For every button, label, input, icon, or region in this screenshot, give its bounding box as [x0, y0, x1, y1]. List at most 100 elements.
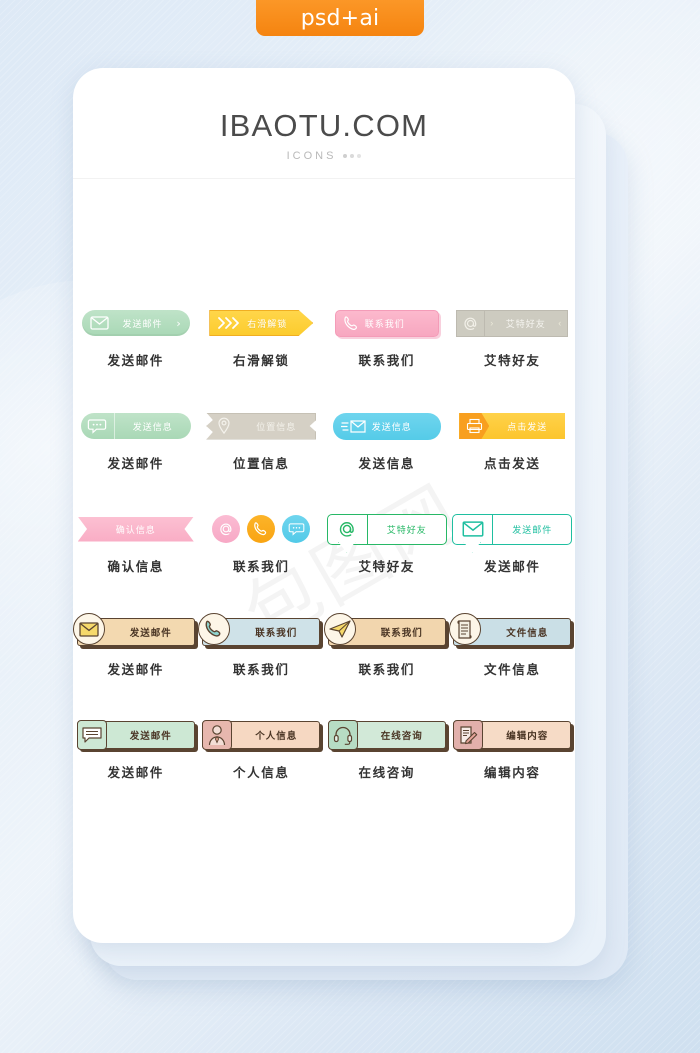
- icon-cell-swipe-unlock: 右滑解锁 右滑解锁: [199, 300, 325, 403]
- at-sign-icon[interactable]: [212, 515, 241, 543]
- envelope-filled-icon: [72, 613, 105, 645]
- icon-art: 发送信息: [80, 403, 191, 449]
- icon-caption: 在线咨询: [358, 765, 415, 780]
- dots-icon: [343, 154, 362, 158]
- icon-caption: 右滑解锁: [233, 353, 290, 368]
- icon-caption: 联系我们: [233, 662, 290, 677]
- chat-lines-icon: [76, 720, 107, 750]
- envelope-icon: [453, 514, 494, 544]
- button-send-message-split[interactable]: 发送信息: [80, 413, 191, 439]
- phone-handset-icon: [198, 613, 231, 645]
- icon-grid: 发送邮件 › 发送邮件 右滑解锁 右滑解锁 联系我们 联系我们 › 艾特好友 ‹…: [72, 300, 576, 815]
- icon-art: › 艾特好友 ‹: [456, 300, 569, 346]
- icon-caption: 发送邮件: [107, 662, 164, 677]
- map-pin-icon: [217, 417, 231, 435]
- icon-caption: 艾特好友: [358, 559, 415, 574]
- icon-cell-file-info: 文件信息 文件信息: [449, 609, 576, 712]
- button-contact-us-hand[interactable]: 联系我们: [198, 613, 321, 646]
- icon-cell-send-mail-2: 发送邮件 发送邮件: [450, 506, 576, 609]
- icon-cell-send-message-2: 发送信息 发送信息: [324, 403, 450, 506]
- button-personal-info[interactable]: 个人信息: [202, 720, 321, 750]
- scroll-document-icon: [449, 613, 482, 645]
- icon-art: 确认信息: [77, 506, 194, 552]
- button-contact-us-plane[interactable]: 联系我们: [323, 613, 446, 646]
- button-contact-us-sketch[interactable]: 联系我们: [334, 309, 439, 337]
- icon-cell-send-message-1: 发送信息 发送邮件: [73, 403, 199, 506]
- button-send-mail-hand[interactable]: 发送邮件: [72, 613, 195, 646]
- icon-cell-location-info: 位置信息 位置信息: [199, 403, 325, 506]
- button-label: 联系我们: [380, 628, 423, 639]
- icon-cell-contact-us-3: 联系我们 联系我们: [323, 609, 450, 712]
- icon-caption: 点击发送: [484, 456, 541, 471]
- icon-art: 文件信息: [449, 609, 572, 655]
- button-edit-content[interactable]: 编辑内容: [453, 720, 572, 750]
- icon-art: 发送邮件 ›: [81, 300, 190, 346]
- icon-art: 个人信息: [202, 712, 321, 758]
- paper-plane-icon: [323, 613, 356, 645]
- icon-art: 联系我们: [334, 300, 439, 346]
- button-label: 发送信息: [371, 422, 412, 433]
- icon-caption: 联系我们: [233, 559, 290, 574]
- button-send-message-cyan[interactable]: 发送信息: [332, 412, 441, 440]
- printer-icon: [459, 413, 490, 439]
- envelope-icon: [90, 316, 109, 330]
- icon-cell-at-friend-1: › 艾特好友 ‹ 艾特好友: [450, 300, 576, 403]
- icon-art: 发送信息: [332, 403, 441, 449]
- button-label: 个人信息: [255, 731, 298, 742]
- button-label: 联系我们: [364, 319, 405, 330]
- button-send-mail-chat[interactable]: 发送邮件: [76, 720, 195, 750]
- button-label: 确认信息: [115, 525, 156, 536]
- button-label: 联系我们: [255, 628, 298, 639]
- icon-caption: 联系我们: [358, 662, 415, 677]
- button-label: 发送邮件: [129, 628, 172, 639]
- at-sign-icon: [457, 310, 486, 336]
- button-online-consult[interactable]: 在线咨询: [327, 720, 446, 750]
- button-label: 点击发送: [507, 422, 548, 433]
- user-avatar-icon: [202, 720, 233, 750]
- icon-cell-online-consult: 在线咨询 在线咨询: [324, 712, 450, 815]
- icon-caption: 发送邮件: [107, 456, 164, 471]
- chevron-left-icon: ‹: [558, 318, 562, 328]
- page-subtitle: ICONS: [73, 150, 575, 162]
- subtitle-text: ICONS: [286, 150, 337, 162]
- icon-cell-contact-us-2: 联系我们 联系我们: [198, 609, 325, 712]
- button-label: 发送邮件: [129, 731, 172, 742]
- button-click-send[interactable]: 点击发送: [459, 413, 566, 439]
- icon-cell-send-mail-3: 发送邮件 发送邮件: [72, 609, 199, 712]
- button-label: 艾特好友: [386, 525, 427, 536]
- icon-cell-edit-content: 编辑内容 编辑内容: [450, 712, 576, 815]
- double-chevron-right-icon: [217, 316, 241, 330]
- phone-handset-icon[interactable]: [247, 515, 276, 543]
- chevron-right-icon: ›: [176, 316, 182, 330]
- button-at-friend-bubble[interactable]: 艾特好友: [326, 513, 447, 545]
- button-confirm-info[interactable]: 确认信息: [77, 516, 194, 542]
- icon-cell-personal-info: 个人信息 个人信息: [199, 712, 325, 815]
- button-label: 发送信息: [132, 422, 173, 433]
- button-send-mail-bubble[interactable]: 发送邮件: [452, 513, 573, 545]
- icon-caption: 发送邮件: [107, 353, 164, 368]
- button-at-friend-segmented[interactable]: › 艾特好友 ‹: [456, 309, 569, 337]
- icon-caption: 发送信息: [358, 456, 415, 471]
- at-sign-icon: [328, 514, 368, 544]
- icon-caption: 发送邮件: [107, 765, 164, 780]
- icon-art: 在线咨询: [327, 712, 446, 758]
- button-send-mail-pill[interactable]: 发送邮件 ›: [81, 310, 190, 336]
- button-location-info[interactable]: 位置信息: [206, 412, 317, 440]
- button-file-info[interactable]: 文件信息: [449, 613, 572, 646]
- icon-caption: 位置信息: [233, 456, 290, 471]
- icon-caption: 个人信息: [233, 765, 290, 780]
- icon-caption: 编辑内容: [484, 765, 541, 780]
- icon-cell-contact-us-1: 联系我们 联系我们: [324, 300, 450, 403]
- page-title: IBAOTU.COM: [219, 108, 429, 143]
- icon-cell-at-friend-2: 艾特好友 艾特好友: [324, 506, 450, 609]
- icon-caption: 发送邮件: [484, 559, 541, 574]
- icon-cell-confirm-info: 确认信息 确认信息: [73, 506, 199, 609]
- icon-art: 右滑解锁: [209, 300, 314, 346]
- contact-circle-group: [212, 515, 311, 543]
- button-swipe-unlock[interactable]: 右滑解锁: [209, 310, 314, 336]
- button-label: 发送邮件: [512, 525, 553, 536]
- chat-bubble-icon[interactable]: [282, 515, 311, 543]
- button-label: 右滑解锁: [247, 319, 288, 330]
- icon-caption: 文件信息: [484, 662, 541, 677]
- icon-art: 编辑内容: [453, 712, 572, 758]
